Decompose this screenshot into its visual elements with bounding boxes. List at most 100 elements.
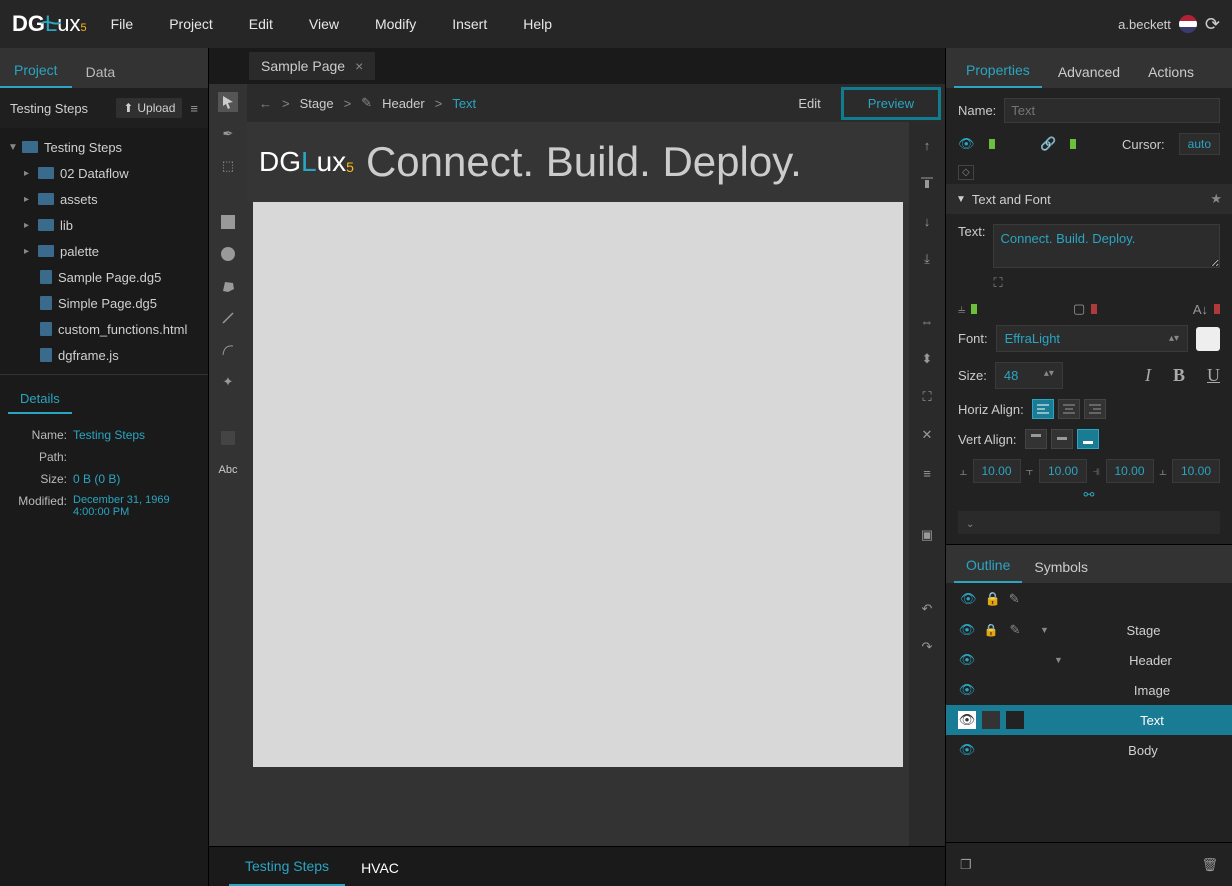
arrow-down-icon[interactable]: ↓ [916,210,938,232]
list-view-icon[interactable]: ≡ [190,101,198,116]
tree-file[interactable]: custom_functions.html [0,316,208,342]
menu-modify[interactable]: Modify [375,16,416,32]
marquee-tool-icon[interactable]: ⬚ [218,156,238,176]
text-dir-icon[interactable]: A↓ [1193,302,1208,317]
arrow-up-icon[interactable]: ↑ [916,134,938,156]
ellipse-tool-icon[interactable] [218,244,238,264]
pad-top-input[interactable] [1039,459,1087,483]
tree-folder[interactable]: ▸assets [0,186,208,212]
center-icon[interactable]: ▣ [916,524,938,546]
eye-icon[interactable]: 👁 [958,651,976,669]
crumb-stage[interactable]: Stage [300,96,334,111]
text-input[interactable] [993,224,1220,268]
edit-icon[interactable]: ✎ [1009,591,1020,607]
upload-button[interactable]: ⬆ Upload [116,98,182,118]
tree-folder[interactable]: ▸lib [0,212,208,238]
align-left-button[interactable] [1032,399,1054,419]
pad-left-input[interactable] [973,459,1021,483]
valign-middle-button[interactable] [1051,429,1073,449]
edit-mode-button[interactable]: Edit [798,96,820,111]
logout-icon[interactable]: ⟳ [1205,14,1220,35]
outline-row-image[interactable]: 👁 Image [946,675,1232,705]
pad-bottom-input[interactable] [1172,459,1220,483]
tab-actions[interactable]: Actions [1136,54,1206,88]
tab-properties[interactable]: Properties [954,52,1042,88]
close-icon[interactable]: × [355,58,363,74]
curve-tool-icon[interactable] [218,340,238,360]
outline-row-body[interactable]: 👁 Body [946,735,1232,765]
tree-file[interactable]: Sample Page.dg5 [0,264,208,290]
distribute-icon[interactable]: ≡ [916,462,938,484]
puzzle-tool-icon[interactable]: ✦ [218,372,238,392]
align-icon[interactable]: ⫨ [958,301,965,317]
font-select[interactable]: EffraLight▴▾ [996,325,1188,352]
menu-help[interactable]: Help [523,16,552,32]
name-input[interactable] [1004,98,1220,123]
text-font-section-header[interactable]: ▼ Text and Font ★ [946,184,1232,214]
select-tool-icon[interactable] [218,92,238,112]
user-block[interactable]: a.beckett ⟳ [1118,14,1220,35]
underline-icon[interactable]: U [1207,365,1220,386]
tree-file[interactable]: Simple Page.dg5 [0,290,208,316]
stop-tool-icon[interactable] [218,428,238,448]
collapse-icon[interactable]: ◇ [958,165,974,180]
bottom-tab-testing[interactable]: Testing Steps [229,848,345,886]
crumb-header[interactable]: Header [382,96,425,111]
eye-icon[interactable]: 👁 [958,136,975,152]
menu-file[interactable]: File [111,16,134,32]
tab-symbols[interactable]: Symbols [1022,549,1100,583]
doc-tab[interactable]: Sample Page × [249,52,375,80]
fit-height-icon[interactable]: ⬍ [916,348,938,370]
fullscreen-icon[interactable]: ⛶ [993,275,1002,290]
outline-row-stage[interactable]: 👁 🔒 ✎ ▼ Stage [946,615,1232,645]
tree-folder[interactable]: ▸02 Dataflow [0,160,208,186]
font-color-swatch[interactable] [1196,327,1220,351]
edit-icon[interactable]: ✎ [1006,621,1024,639]
eye-icon[interactable]: 👁 [958,711,976,729]
italic-icon[interactable]: I [1145,365,1151,386]
rect-tool-icon[interactable] [218,212,238,232]
stage-canvas[interactable]: DGLux5 Connect. Build. Deploy. [247,122,909,846]
link-padding-icon[interactable]: ⚯ [1084,487,1095,502]
lock-icon[interactable]: 🔒 [985,591,1001,607]
tree-folder[interactable]: ▸palette [0,238,208,264]
tab-advanced[interactable]: Advanced [1046,54,1132,88]
border-icon[interactable]: ▢ [1073,301,1085,317]
menu-edit[interactable]: Edit [249,16,273,32]
cursor-select[interactable]: auto [1179,133,1220,155]
menu-view[interactable]: View [309,16,339,32]
pen-tool-icon[interactable]: ✒ [218,124,238,144]
eye-icon[interactable]: 👁 [958,681,976,699]
align-right-button[interactable] [1084,399,1106,419]
eye-icon[interactable]: 👁 [958,621,976,639]
download-icon[interactable]: ⤓ [916,248,938,270]
undo-icon[interactable]: ↶ [916,598,938,620]
collapse-row[interactable]: ⌄ [958,511,1220,534]
size-select[interactable]: 48▴▾ [995,362,1063,389]
eye-icon[interactable]: 👁 [958,741,976,759]
tab-outline[interactable]: Outline [954,547,1022,583]
eye-icon[interactable]: 👁 [960,591,977,607]
menu-insert[interactable]: Insert [452,16,487,32]
bottom-tab-hvac[interactable]: HVAC [345,850,415,886]
nav-back-icon[interactable]: ← [259,96,272,111]
text-tool-icon[interactable]: Abc [218,460,238,480]
link-icon[interactable]: 🔗 [1040,136,1056,152]
valign-bottom-button[interactable] [1077,429,1099,449]
redo-icon[interactable]: ↷ [916,636,938,658]
lock-icon[interactable]: 🔒 [982,621,1000,639]
outline-row-header[interactable]: 👁 ▼ Header [946,645,1232,675]
align-center-button[interactable] [1058,399,1080,419]
tab-data[interactable]: Data [72,54,130,88]
tree-file[interactable]: dgframe.js [0,342,208,368]
menu-project[interactable]: Project [169,16,213,32]
align-top-icon[interactable] [916,172,938,194]
line-tool-icon[interactable] [218,308,238,328]
preview-button[interactable]: Preview [841,87,941,120]
polygon-tool-icon[interactable] [218,276,238,296]
star-icon[interactable]: ★ [1210,191,1222,207]
crop-icon[interactable]: ✕ [916,424,938,446]
pad-right-input[interactable] [1106,459,1154,483]
bold-icon[interactable]: B [1173,365,1185,386]
duplicate-icon[interactable]: ❐ [960,857,972,873]
